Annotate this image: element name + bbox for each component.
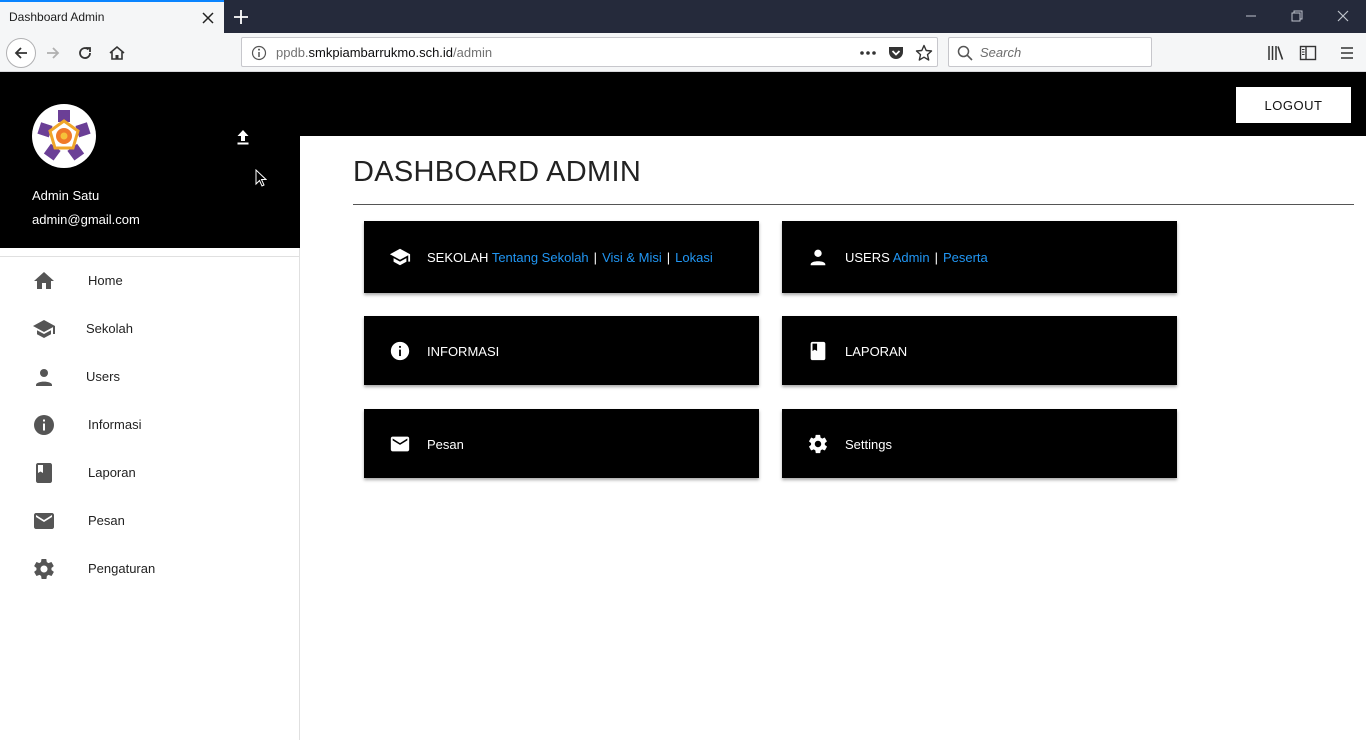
- school-icon: [389, 248, 411, 266]
- page-actions-icon[interactable]: [859, 45, 877, 61]
- gear-icon: [34, 559, 54, 579]
- browser-tab-bar: Dashboard Admin: [0, 0, 1366, 33]
- back-button[interactable]: [6, 38, 36, 68]
- new-tab-icon[interactable]: [232, 8, 250, 26]
- link-separator: |: [593, 250, 598, 265]
- admin-email: admin@gmail.com: [32, 212, 140, 227]
- home-button[interactable]: [102, 38, 132, 68]
- arrow-left-icon: [14, 47, 27, 59]
- admin-name: Admin Satu: [32, 188, 100, 203]
- restore-icon[interactable]: [1289, 8, 1305, 24]
- hamburger-menu-icon[interactable]: [1338, 44, 1356, 62]
- home-outline-icon: [109, 45, 125, 60]
- card-users-text: USERS Admin | Peserta: [845, 250, 988, 265]
- card-users[interactable]: USERS Admin | Peserta: [782, 221, 1177, 293]
- card-laporan[interactable]: LAPORAN: [782, 316, 1177, 385]
- forward-button[interactable]: [38, 38, 68, 68]
- browser-search-bar[interactable]: Search: [948, 37, 1152, 67]
- tab-title: Dashboard Admin: [9, 10, 105, 24]
- sidebar-item-label: Laporan: [88, 465, 136, 480]
- mouse-cursor-icon: [255, 169, 267, 187]
- sidebar-toggle-icon[interactable]: [1299, 44, 1317, 62]
- card-sekolah[interactable]: SEKOLAH Tentang Sekolah | Visi & Misi | Loka…: [364, 221, 759, 293]
- mail-icon: [34, 513, 54, 529]
- reload-button[interactable]: [70, 38, 100, 68]
- sidebar-item-pengaturan[interactable]: Pengaturan: [0, 545, 300, 593]
- search-placeholder: Search: [980, 45, 1022, 60]
- library-icon[interactable]: [1267, 44, 1285, 62]
- sidebar-item-home[interactable]: Home: [0, 257, 300, 305]
- sidebar-item-label: Home: [88, 273, 123, 288]
- card-informasi[interactable]: INFORMASI: [364, 316, 759, 385]
- person-icon: [36, 369, 52, 386]
- sidebar-item-label: Pengaturan: [88, 561, 156, 576]
- card-sekolah-label: SEKOLAH: [427, 250, 489, 265]
- url-path: /admin: [453, 45, 493, 60]
- sidebar-item-label: Users: [86, 369, 120, 384]
- browser-tab[interactable]: Dashboard Admin: [0, 0, 224, 33]
- book-icon: [810, 341, 826, 361]
- school-logo-graphic: [34, 106, 94, 166]
- url-host: smkpiambarrukmo.sch.id: [308, 45, 454, 60]
- sidebar-item-sekolah[interactable]: Sekolah: [0, 305, 300, 353]
- info-icon: [34, 415, 54, 435]
- card-pesan[interactable]: Pesan: [364, 409, 759, 478]
- arrow-right-icon: [47, 47, 60, 59]
- mail-icon: [390, 436, 410, 452]
- card-sekolah-text: SEKOLAH Tentang Sekolah | Visi & Misi | Loka…: [427, 250, 713, 265]
- logout-button[interactable]: LOGOUT: [1236, 87, 1351, 123]
- home-icon: [34, 272, 54, 289]
- card-laporan-label: LAPORAN: [845, 344, 908, 359]
- info-icon: [390, 341, 410, 361]
- browser-nav-bar: ppdb.smkpiambarrukmo.sch.id/admin Search: [0, 33, 1366, 72]
- title-divider: [353, 204, 1354, 205]
- sidebar-item-laporan[interactable]: Laporan: [0, 449, 300, 497]
- page: LOGOUT Admin Satu admin@gmail.com Home S…: [0, 72, 1366, 740]
- card-settings[interactable]: Settings: [782, 409, 1177, 478]
- person-icon: [810, 249, 826, 266]
- school-logo: [32, 104, 96, 168]
- link-peserta[interactable]: Peserta: [943, 250, 988, 265]
- card-settings-label: Settings: [845, 437, 892, 452]
- card-pesan-label: Pesan: [427, 437, 464, 452]
- minimize-icon[interactable]: [1243, 8, 1259, 24]
- page-title: DASHBOARD ADMIN: [353, 156, 642, 188]
- link-visi-misi[interactable]: Visi & Misi: [602, 250, 662, 265]
- url-prefix: ppdb.: [276, 45, 309, 60]
- search-icon: [957, 45, 973, 61]
- tab-close-icon[interactable]: [201, 11, 215, 25]
- sidebar-item-informasi[interactable]: Informasi: [0, 401, 300, 449]
- pocket-icon[interactable]: [887, 44, 905, 62]
- card-informasi-label: INFORMASI: [427, 344, 500, 359]
- book-icon: [36, 463, 52, 483]
- link-tentang-sekolah[interactable]: Tentang Sekolah: [492, 250, 589, 265]
- school-icon: [33, 320, 55, 338]
- site-info-icon[interactable]: [251, 45, 267, 61]
- link-separator: |: [934, 250, 938, 265]
- sidebar-menu: Home Sekolah Users Informasi Laporan Pes…: [0, 257, 300, 593]
- sidebar-item-users[interactable]: Users: [0, 353, 300, 401]
- link-separator: |: [666, 250, 671, 265]
- upload-icon[interactable]: [234, 128, 252, 146]
- url-text: ppdb.smkpiambarrukmo.sch.id/admin: [276, 45, 492, 60]
- reload-icon: [79, 47, 91, 59]
- bookmark-star-icon[interactable]: [915, 44, 933, 62]
- gear-icon: [809, 434, 827, 454]
- sidebar-item-label: Pesan: [88, 513, 125, 528]
- link-admin[interactable]: Admin: [893, 250, 930, 265]
- sidebar-item-label: Sekolah: [86, 321, 133, 336]
- sidebar-item-label: Informasi: [88, 417, 142, 432]
- url-bar[interactable]: ppdb.smkpiambarrukmo.sch.id/admin: [241, 37, 938, 67]
- sidebar-item-pesan[interactable]: Pesan: [0, 497, 300, 545]
- close-window-icon[interactable]: [1335, 8, 1351, 24]
- profile-panel: Admin Satu admin@gmail.com: [0, 72, 300, 248]
- link-lokasi[interactable]: Lokasi: [675, 250, 713, 265]
- card-users-label: USERS: [845, 250, 890, 265]
